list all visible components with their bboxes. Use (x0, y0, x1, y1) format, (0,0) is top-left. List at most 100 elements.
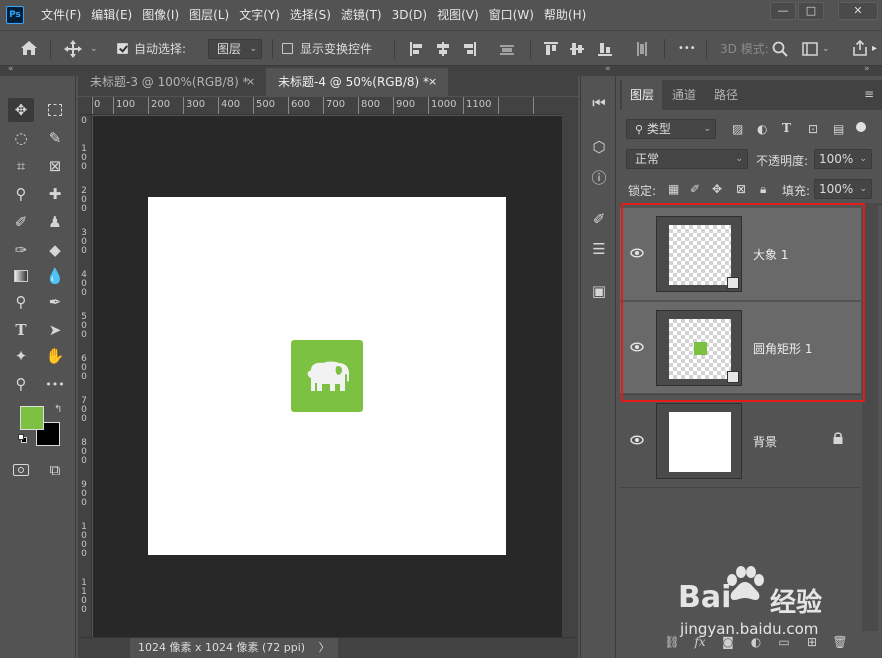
history-panel-icon[interactable]: ⏮ (587, 92, 611, 114)
menu-image[interactable]: 图像(I) (137, 0, 184, 30)
home-icon[interactable] (20, 40, 38, 56)
blend-mode-dropdown[interactable]: 正常 ⌄ (626, 149, 748, 169)
lock-transparent-icon[interactable]: ▦ (668, 182, 679, 196)
filter-shape-icon[interactable]: ⊡ (808, 122, 818, 136)
quick-selection-icon[interactable]: ✎ (42, 126, 68, 150)
close-icon[interactable]: × (246, 68, 255, 96)
lock-position-icon[interactable]: ✥ (712, 182, 722, 196)
path-selection-icon[interactable]: ➤ (42, 318, 68, 342)
align-bottom-icon[interactable] (598, 42, 612, 56)
menu-select[interactable]: 选择(S) (285, 0, 336, 30)
minimize-button[interactable]: — (770, 2, 796, 20)
workspace-icon[interactable] (802, 42, 818, 56)
crop-tool-icon[interactable]: ⌗ (8, 154, 34, 178)
more-tools-icon[interactable]: ••• (42, 372, 68, 396)
auto-select-checkbox[interactable] (117, 43, 128, 54)
auto-select-dropdown[interactable]: 图层 ⌄ (208, 39, 262, 59)
move-tool-icon[interactable]: ✥ (8, 98, 34, 122)
document-size-status[interactable]: 1024 像素 x 1024 像素 (72 ppi) 〉 (130, 638, 338, 658)
move-tool-icon[interactable] (64, 40, 82, 58)
filter-smart-object-icon[interactable]: ▤ (833, 122, 844, 136)
filter-adjustment-icon[interactable]: ◐ (757, 122, 767, 136)
lock-icon[interactable] (832, 431, 844, 445)
type-tool-icon[interactable]: T (8, 318, 34, 342)
menu-filter[interactable]: 滤镜(T) (336, 0, 387, 30)
panel-menu-icon[interactable]: ≡ (864, 87, 874, 101)
more-icon[interactable]: ▸ (872, 31, 877, 67)
adjustments-panel-icon[interactable]: ☰ (587, 238, 611, 260)
swap-colors-icon[interactable]: ↰ (54, 404, 62, 415)
lock-image-icon[interactable]: ✐ (690, 182, 700, 196)
lasso-tool-icon[interactable]: ◌ (8, 126, 34, 150)
3d-panel-icon[interactable]: ⬡ (587, 136, 611, 158)
align-center-v-icon[interactable] (570, 42, 584, 56)
history-brush-icon[interactable]: ✑ (8, 238, 34, 262)
lock-all-icon[interactable]: 🔒︎ (760, 182, 766, 197)
tab-layers[interactable]: 图层 (622, 80, 663, 110)
foreground-color-front[interactable] (20, 406, 44, 430)
info-panel-icon[interactable]: ⓘ (587, 166, 611, 188)
more-options-button[interactable]: ••• (678, 31, 696, 67)
fill-input[interactable]: 100% ⌄ (814, 179, 872, 199)
layer-row-background[interactable]: 背景 (620, 394, 861, 486)
collapse-mini-icon[interactable]: « (605, 64, 611, 74)
quick-mask-icon[interactable] (8, 458, 34, 482)
menu-window[interactable]: 窗口(W) (484, 0, 539, 30)
filter-toggle-icon[interactable] (856, 122, 866, 132)
filter-pixel-icon[interactable]: ▨ (732, 122, 743, 136)
zoom-tool-icon[interactable]: ⚲ (8, 372, 34, 396)
brush-settings-icon[interactable]: ✐ (587, 208, 611, 230)
default-colors-icon[interactable] (18, 434, 28, 444)
align-left-icon[interactable] (410, 42, 424, 56)
opacity-input[interactable]: 100% ⌄ (814, 149, 872, 169)
align-center-h-icon[interactable] (436, 42, 450, 56)
align-top-icon[interactable] (544, 42, 558, 56)
maximize-button[interactable]: □ (798, 2, 824, 20)
document-vertical-scrollbar[interactable] (562, 97, 578, 637)
menu-type[interactable]: 文字(Y) (234, 0, 285, 30)
menu-file[interactable]: 文件(F) (36, 0, 86, 30)
libraries-panel-icon[interactable]: ▣ (587, 280, 611, 302)
screen-mode-icon[interactable]: ⧉ (42, 458, 68, 482)
expand-right-icon[interactable]: » (864, 64, 870, 74)
stamp-tool-icon[interactable]: ♟ (42, 210, 68, 234)
distribute-v-icon[interactable] (634, 42, 648, 56)
close-icon[interactable]: × (428, 68, 437, 96)
align-right-icon[interactable] (462, 42, 476, 56)
marquee-tool-icon[interactable] (42, 98, 68, 122)
eyedropper-icon[interactable]: ⚲ (8, 182, 34, 206)
menu-layer[interactable]: 图层(L) (184, 0, 234, 30)
menu-3d[interactable]: 3D(D) (387, 0, 432, 30)
chevron-down-icon[interactable]: ⌄ (90, 31, 98, 67)
chevron-right-icon[interactable]: 〉 (319, 641, 330, 654)
visibility-eye-icon[interactable] (630, 433, 644, 447)
distribute-icon[interactable] (500, 42, 514, 56)
tab-channels[interactable]: 通道 (664, 80, 704, 110)
doc-tab-2[interactable]: 未标题-4 @ 50%(RGB/8) * × (266, 68, 448, 96)
brush-tool-icon[interactable]: ✐ (8, 210, 34, 234)
dodge-tool-icon[interactable]: ⚲ (8, 290, 34, 314)
layer-filter-dropdown[interactable]: ⚲ 类型 ⌄ (626, 119, 716, 139)
close-window-button[interactable]: ✕ (838, 2, 878, 20)
share-icon[interactable] (852, 40, 868, 56)
menu-edit[interactable]: 编辑(E) (86, 0, 137, 30)
chevron-down-icon[interactable]: ⌄ (822, 31, 830, 67)
tab-paths[interactable]: 路径 (706, 80, 746, 110)
elephant-icon[interactable] (305, 360, 351, 394)
search-icon[interactable] (772, 41, 788, 57)
hand-tool-icon[interactable]: ✋ (42, 344, 68, 368)
gradient-tool-icon[interactable] (8, 264, 34, 288)
show-transform-checkbox[interactable] (282, 43, 293, 54)
healing-brush-icon[interactable]: ✚ (42, 182, 68, 206)
shape-tool-icon[interactable]: ✦ (8, 344, 34, 368)
blur-tool-icon[interactable]: 💧 (42, 264, 68, 288)
lock-artboard-icon[interactable]: ⊠ (736, 182, 746, 196)
pen-tool-icon[interactable]: ✒ (42, 290, 68, 314)
menu-help[interactable]: 帮助(H) (539, 0, 591, 30)
frame-tool-icon[interactable]: ⊠ (42, 154, 68, 178)
eraser-tool-icon[interactable]: ◆ (42, 238, 68, 262)
menu-view[interactable]: 视图(V) (432, 0, 484, 30)
collapse-left-icon[interactable]: « (8, 64, 14, 74)
doc-tab-1[interactable]: 未标题-3 @ 100%(RGB/8) * × (78, 68, 264, 96)
filter-type-icon[interactable]: T (782, 121, 791, 135)
